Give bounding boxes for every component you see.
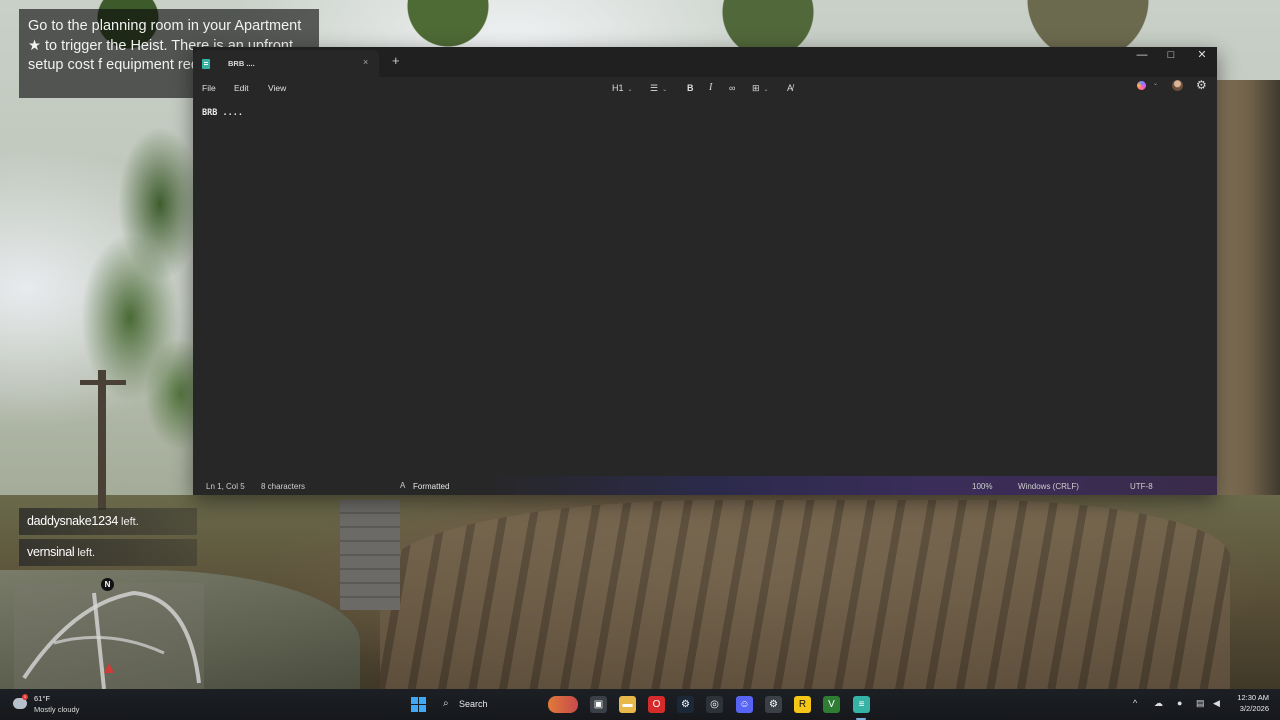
notepad-icon — [202, 59, 210, 69]
weather-description[interactable]: Mostly cloudy — [34, 705, 79, 714]
notepad-window: BRB .... × + — □ ✕ File Edit View H1 ⌄ ☰ ⌄… — [193, 47, 1217, 495]
feed-player-name: daddysnake1234 left. — [27, 514, 139, 528]
tab-document[interactable]: BRB .... × — [193, 50, 379, 77]
line-ending[interactable]: Windows (CRLF) — [1018, 482, 1079, 491]
windows-logo-icon-part — [419, 705, 426, 712]
search-label: Search — [459, 699, 488, 709]
start-button[interactable] — [411, 697, 427, 713]
weather-temperature[interactable]: 61°F — [34, 694, 50, 703]
feed-notification: vernsinal left. — [19, 539, 197, 566]
search-icon: ⌕ — [443, 698, 449, 709]
maximize-button[interactable]: □ — [1156, 47, 1186, 63]
feed-action: left. — [121, 516, 139, 528]
bold-button[interactable]: B — [687, 80, 694, 96]
minimize-button[interactable]: — — [1127, 47, 1157, 63]
minimap-north-marker: N — [101, 578, 114, 591]
title-bar[interactable]: BRB .... × + — □ ✕ — [193, 47, 1217, 77]
tray-chevron-icon[interactable]: ^ — [1133, 698, 1137, 708]
format-mode[interactable]: Formatted — [413, 482, 449, 491]
text-editor[interactable]: BRB .... — [193, 99, 1217, 473]
chevron-down-icon: ⌄ — [763, 87, 769, 93]
clear-formatting-icon[interactable]: A̸ — [787, 80, 793, 96]
zoom-level[interactable]: 100% — [972, 482, 992, 491]
rock-wall — [1210, 80, 1280, 500]
tab-title: BRB .... — [228, 59, 255, 68]
network-icon[interactable]: ▤ — [1196, 698, 1205, 709]
windows-logo-icon — [411, 697, 418, 704]
menu-bar: File Edit View H1 ⌄ ☰ ⌄ B I ∞ ⊞ ⌄ A̸ ⌄ ⚙ — [193, 77, 1217, 99]
windows-logo-icon-part — [419, 697, 426, 704]
list-icon: ☰ — [650, 83, 659, 93]
utility-pole-bar — [80, 380, 126, 385]
tab-close-icon[interactable]: × — [363, 57, 368, 67]
heading-label: H1 — [612, 83, 624, 93]
character-count: 8 characters — [261, 482, 306, 491]
table-dropdown[interactable]: ⊞ ⌄ — [752, 80, 769, 96]
weather-alert-badge: 1 — [22, 694, 28, 700]
account-avatar[interactable] — [1172, 80, 1183, 91]
copilot-icon[interactable] — [1137, 81, 1146, 90]
menu-edit[interactable]: Edit — [234, 83, 249, 93]
windows-logo-icon-part — [411, 705, 418, 712]
minimap — [14, 583, 204, 689]
task-view-icon[interactable]: ▣ — [590, 696, 607, 713]
steam-icon[interactable]: ⚙ — [677, 696, 694, 713]
feed-player-name: vernsinal left. — [27, 545, 96, 559]
rockstar-games-icon[interactable]: R — [794, 696, 811, 713]
settings-gear-icon[interactable]: ⚙ — [1196, 78, 1207, 92]
heading-dropdown[interactable]: H1 ⌄ — [612, 80, 633, 96]
format-icon: A — [400, 481, 406, 490]
italic-button[interactable]: I — [709, 80, 712, 96]
close-button[interactable]: ✕ — [1187, 47, 1217, 63]
menu-file[interactable]: File — [202, 83, 216, 93]
tree-roots — [380, 500, 1230, 690]
chevron-down-icon: ⌄ — [627, 87, 633, 93]
settings-icon[interactable]: ⚙ — [765, 696, 782, 713]
utility-pole — [98, 370, 106, 510]
clock-time[interactable]: 12:30 AM — [1233, 693, 1269, 702]
discord-icon[interactable]: ☺ — [736, 696, 753, 713]
volume-icon[interactable]: ◀ — [1213, 698, 1220, 709]
microphone-icon[interactable]: ● — [1177, 698, 1182, 708]
search-highlight-image[interactable] — [548, 696, 578, 713]
rockstar-social-icon[interactable]: ◎ — [706, 696, 723, 713]
notepad-icon[interactable]: ≡ — [853, 696, 870, 713]
chevron-down-icon[interactable]: ⌄ — [1153, 80, 1158, 87]
status-bar: Ln 1, Col 5 8 characters A Formatted 100… — [193, 476, 1217, 495]
menu-view[interactable]: View — [268, 83, 286, 93]
new-tab-button[interactable]: + — [392, 54, 400, 67]
table-icon: ⊞ — [752, 83, 760, 93]
taskbar-search[interactable]: ⌕ Search — [434, 694, 544, 715]
taskbar: 1 61°F Mostly cloudy ⌕ Search ▣ ▬ O ⚙ ◎ … — [0, 689, 1280, 720]
editor-content: BRB .... — [202, 108, 243, 118]
link-icon[interactable]: ∞ — [729, 80, 735, 96]
feed-action: left. — [77, 547, 96, 559]
feed-notification: daddysnake1234 left. — [19, 508, 197, 535]
encoding[interactable]: UTF-8 — [1130, 482, 1153, 491]
cursor-position: Ln 1, Col 5 — [206, 482, 245, 491]
minimap-roads — [22, 590, 201, 689]
onedrive-icon[interactable]: ☁ — [1154, 698, 1163, 709]
file-explorer-icon[interactable]: ▬ — [619, 696, 636, 713]
clock-date[interactable]: 3/2/2026 — [1233, 704, 1269, 713]
opera-icon[interactable]: O — [648, 696, 665, 713]
chevron-down-icon: ⌄ — [662, 87, 668, 93]
list-dropdown[interactable]: ☰ ⌄ — [650, 80, 667, 96]
stone-wall — [340, 500, 400, 610]
vim-icon[interactable]: V — [823, 696, 840, 713]
